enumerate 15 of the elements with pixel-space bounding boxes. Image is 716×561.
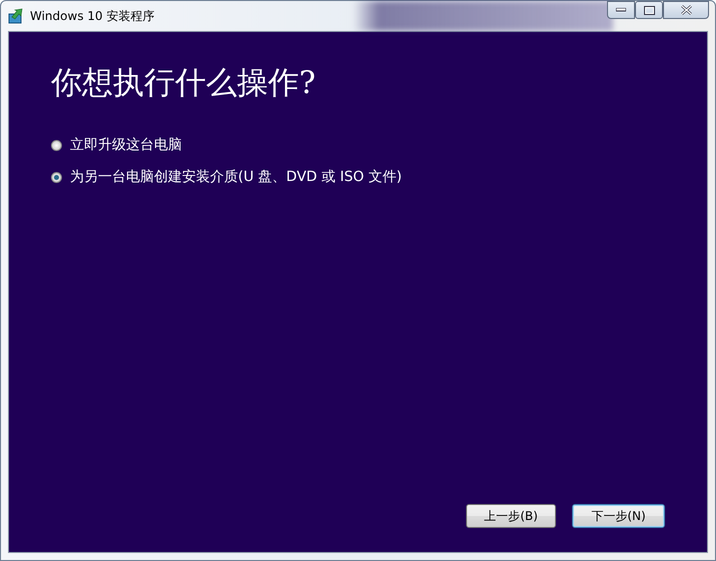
option-label[interactable]: 立即升级这台电脑 [70, 136, 182, 154]
page-heading: 你想执行什么操作? [51, 64, 317, 103]
window-title: Windows 10 安装程序 [30, 8, 154, 24]
minimize-icon [616, 8, 626, 12]
app-icon [8, 8, 24, 24]
next-button[interactable]: 下一步(N) [572, 504, 665, 528]
radio-button[interactable] [51, 172, 62, 182]
radio-button[interactable] [51, 140, 62, 150]
back-button[interactable]: 上一步(B) [466, 504, 556, 528]
option-label[interactable]: 为另一台电脑创建安装介质(U 盘、DVD 或 ISO 文件) [70, 168, 402, 186]
maximize-icon [644, 6, 654, 14]
close-button[interactable] [663, 1, 709, 19]
close-icon [680, 5, 692, 15]
maximize-button[interactable] [635, 1, 663, 19]
minimize-button[interactable] [607, 1, 635, 19]
